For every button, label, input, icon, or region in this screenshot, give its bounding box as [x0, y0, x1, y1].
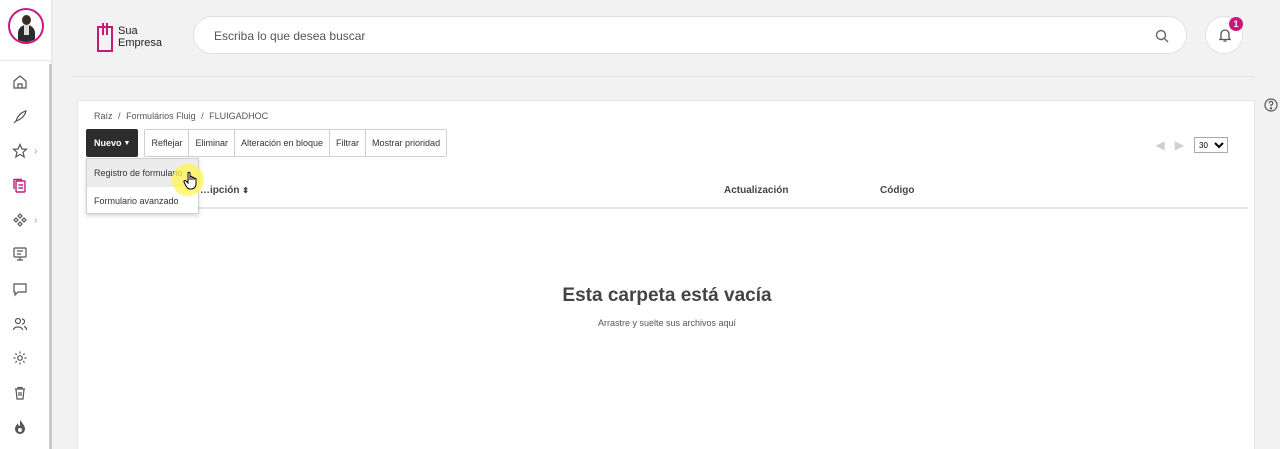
hand-cursor-icon — [183, 171, 197, 190]
sort-icon[interactable]: ⬍ — [242, 186, 249, 195]
rocket-icon — [13, 110, 27, 124]
search-bar — [193, 16, 1187, 54]
sidebar-item-rocket[interactable] — [12, 106, 42, 128]
sidebar-item-users[interactable] — [12, 313, 42, 335]
column-updated[interactable]: Actualización — [724, 185, 788, 196]
home-icon — [13, 75, 27, 89]
breadcrumb: Raíz / Formulários Fluig / FLUIGADHOC — [94, 111, 271, 121]
top-header: Sua Empresa 1 — [52, 0, 1280, 76]
breadcrumb-current: FLUIGADHOC — [209, 111, 269, 121]
chevron-right-icon: › — [34, 214, 38, 226]
flame-icon — [15, 420, 25, 434]
empty-state-subtitle: Arrastre y suelte sus archivos aquí — [597, 318, 737, 328]
show-priority-button[interactable]: Mostrar prioridad — [366, 130, 447, 156]
sidebar-item-monitor[interactable] — [12, 243, 42, 265]
prev-page-icon[interactable]: ◀ — [1156, 138, 1165, 152]
empty-state-title: Esta carpeta está vacía — [562, 285, 772, 306]
gear-icon — [13, 351, 27, 365]
document-toolbar: Nuevo ▼ Reflejar Eliminar Alteración en … — [86, 129, 448, 157]
sidebar-item-trash[interactable] — [12, 382, 42, 404]
header-divider — [72, 76, 1254, 77]
sidebar-item-flame[interactable] — [12, 416, 42, 438]
mirror-button[interactable]: Reflejar — [145, 130, 190, 156]
sidebar-item-chat[interactable] — [12, 278, 42, 300]
pagination: ◀ ▶ 30 — [1156, 137, 1228, 153]
filter-button[interactable]: Filtrar — [330, 130, 367, 156]
chevron-right-icon: › — [34, 145, 38, 157]
search-icon[interactable] — [1154, 28, 1170, 44]
sidebar-item-settings[interactable] — [12, 347, 42, 369]
new-button[interactable]: Nuevo ▼ — [86, 129, 139, 157]
monitor-icon — [13, 247, 27, 261]
toolbar-button-group: Reflejar Eliminar Alteración en bloque F… — [144, 129, 448, 157]
workflow-icon — [13, 213, 27, 227]
column-code[interactable]: Código — [880, 185, 914, 196]
logo-text-line2: Empresa — [118, 37, 163, 49]
next-page-icon[interactable]: ▶ — [1175, 138, 1184, 152]
sidebar: › › — [0, 0, 52, 449]
bulk-edit-button[interactable]: Alteración en bloque — [234, 130, 331, 156]
page-size-select[interactable]: 30 — [1194, 137, 1228, 153]
sidebar-item-documents[interactable] — [12, 175, 42, 197]
documents-panel: Raíz / Formulários Fluig / FLUIGADHOC Nu… — [77, 100, 1255, 449]
sidebar-item-home[interactable] — [12, 71, 42, 93]
company-logo[interactable]: Sua Empresa — [96, 20, 166, 54]
help-icon[interactable] — [1264, 98, 1278, 112]
new-button-label: Nuevo — [94, 138, 122, 148]
trash-icon — [15, 386, 25, 400]
logo-mark-icon — [97, 23, 113, 52]
search-input[interactable] — [214, 26, 1114, 46]
users-icon — [12, 317, 28, 331]
delete-button[interactable]: Eliminar — [189, 130, 235, 156]
sidebar-item-favorites[interactable]: › — [12, 140, 42, 162]
documents-icon — [13, 178, 26, 193]
notification-badge: 1 — [1229, 17, 1243, 31]
sidebar-divider — [0, 60, 52, 61]
table-header: …ipción ⬍ Actualización Código — [86, 185, 1248, 209]
sidebar-scrollbar[interactable] — [49, 64, 52, 449]
breadcrumb-level1[interactable]: Formulários Fluig — [126, 111, 196, 121]
logo-text-line1: Sua — [118, 25, 138, 37]
chat-icon — [13, 283, 27, 297]
star-icon — [12, 143, 28, 159]
avatar[interactable] — [8, 8, 44, 44]
sidebar-item-workflow[interactable]: › — [12, 209, 42, 231]
column-description[interactable]: …ipción ⬍ — [200, 185, 249, 196]
breadcrumb-root[interactable]: Raíz — [94, 111, 113, 121]
breadcrumb-separator: / — [201, 111, 204, 121]
caret-down-icon: ▼ — [123, 139, 131, 147]
breadcrumb-separator: / — [118, 111, 121, 121]
